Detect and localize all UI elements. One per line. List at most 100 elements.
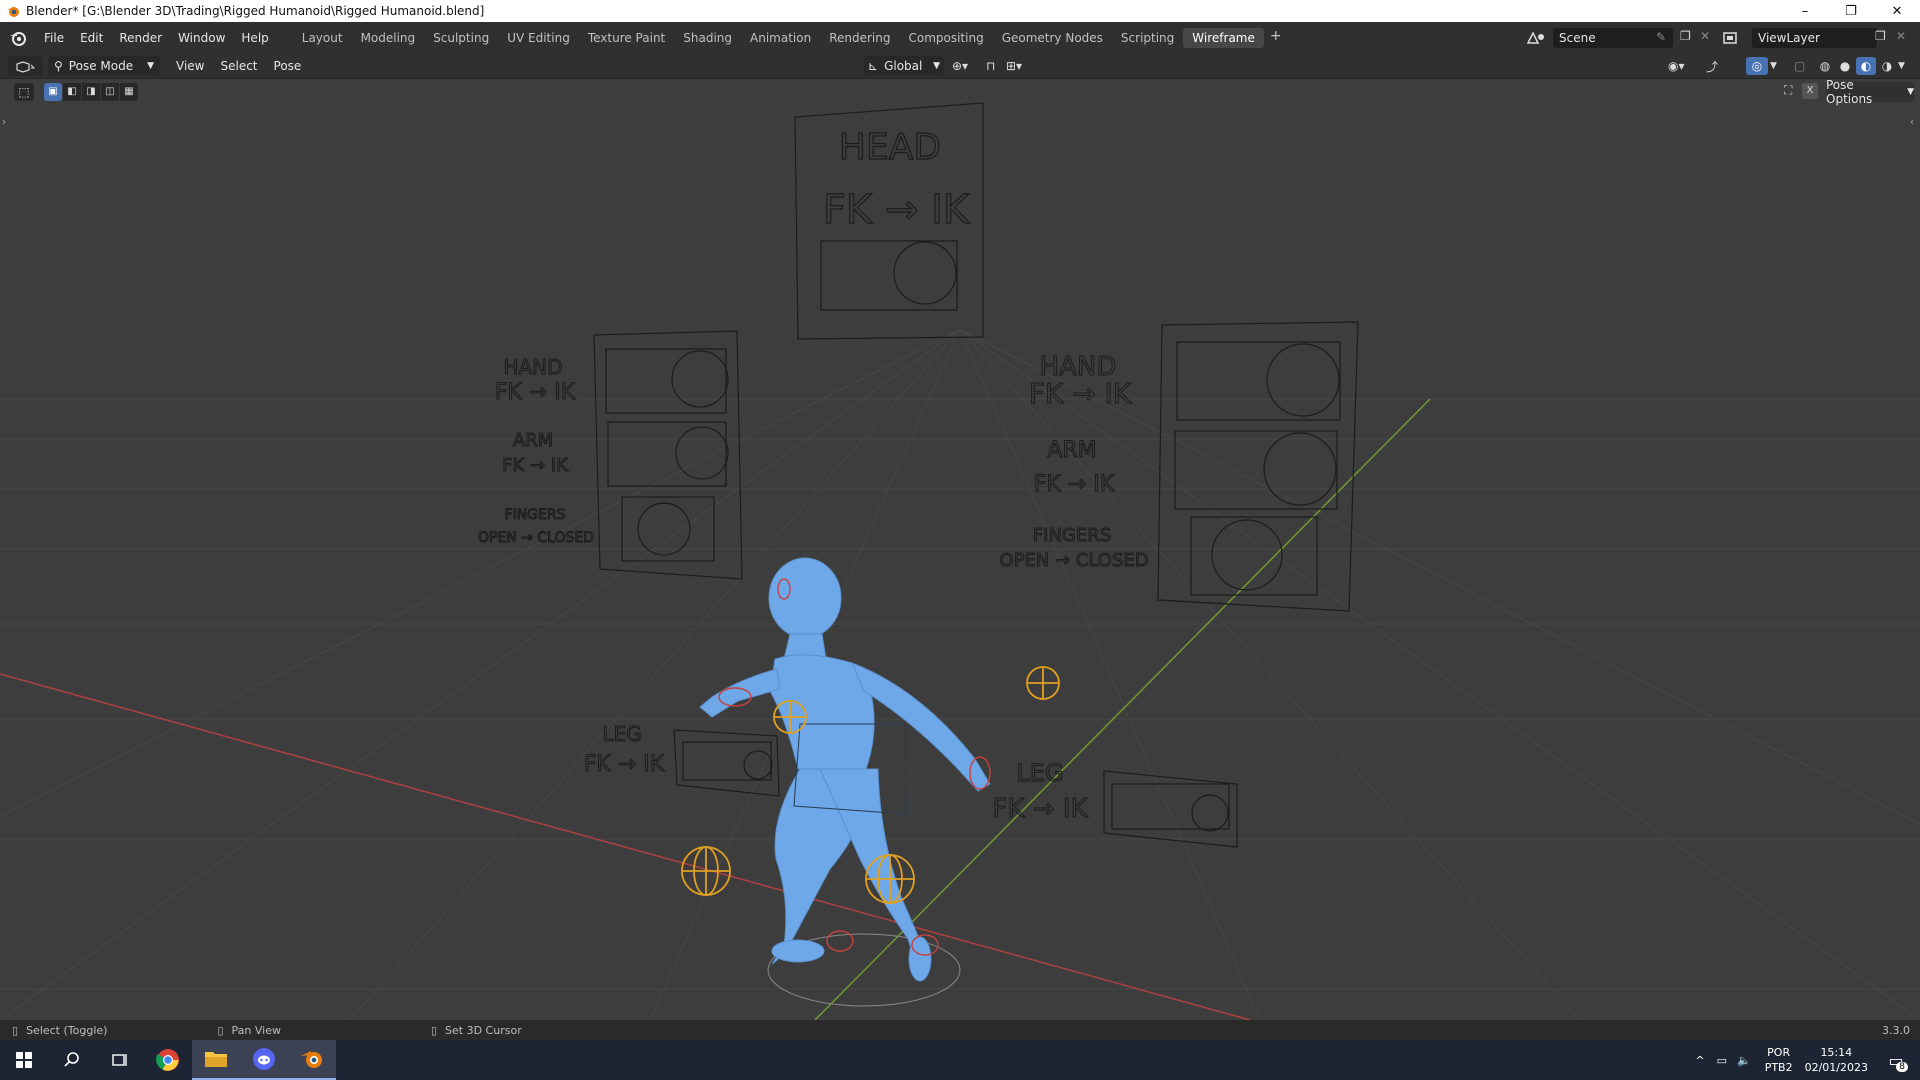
clock-time: 15:14 (1820, 1046, 1853, 1059)
status-pan: Pan View (231, 1023, 281, 1037)
menu-pose[interactable]: Pose (266, 59, 310, 73)
right-leg-control-panel (1103, 770, 1238, 848)
notifications-icon[interactable]: ▭ 8 (1882, 1040, 1910, 1080)
3d-view-editor-icon (16, 61, 36, 73)
3d-viewport[interactable]: ⬚ ▣ ◧ ◨ ◫ ▦ ⛶ X Pose Options ▼ › ‹ HEAD … (0, 79, 1920, 1020)
discord-app-icon[interactable] (240, 1040, 288, 1080)
tab-geometry-nodes[interactable]: Geometry Nodes (993, 28, 1112, 48)
network-icon[interactable]: ▭ (1717, 1054, 1727, 1067)
transform-orientation-selector[interactable]: ⊾ Global ▼ (864, 56, 944, 76)
chevron-down-icon: ▼ (933, 61, 940, 71)
tab-rendering[interactable]: Rendering (820, 28, 899, 48)
material-shading-icon[interactable]: ◐ (1856, 57, 1876, 75)
view-layer-icon[interactable] (1722, 31, 1744, 45)
delete-view-layer-icon[interactable]: ✕ (1896, 29, 1906, 43)
task-view-icon[interactable] (96, 1040, 144, 1080)
left-arm-label: ARM (513, 430, 553, 451)
menu-edit[interactable]: Edit (72, 31, 111, 45)
view-layer-name: ViewLayer (1758, 31, 1820, 45)
new-view-layer-icon[interactable]: ❐ (1875, 29, 1886, 43)
gizmo-icon[interactable]: ⤴ (1706, 58, 1718, 75)
tab-layout[interactable]: Layout (293, 28, 352, 48)
tab-wireframe[interactable]: Wireframe (1183, 28, 1264, 48)
top-bar: File Edit Render Window Help Layout Mode… (0, 22, 1920, 54)
orientation-label: Global (884, 59, 923, 73)
pin-icon[interactable]: ✎ (1656, 30, 1666, 44)
blender-app-icon[interactable] (288, 1040, 336, 1080)
mouse-right-icon: ▯ (430, 1023, 438, 1037)
right-arm-label: ARM (1047, 438, 1096, 463)
blender-logo-icon[interactable] (4, 27, 32, 49)
window-title: Blender* [G:\Blender 3D\Trading\Rigged H… (26, 4, 485, 18)
lang-code: POR (1767, 1046, 1791, 1059)
right-leg-fk-ik-label: FK → IK (992, 794, 1088, 824)
right-fingers-open-closed-label: OPEN → CLOSED (999, 550, 1148, 571)
menu-file[interactable]: File (36, 31, 72, 45)
left-leg-fk-ik-label: FK → IK (584, 752, 665, 777)
humanoid-character (699, 557, 991, 982)
right-arm-control-panel (1157, 321, 1359, 612)
menu-window[interactable]: Window (170, 31, 233, 45)
scene-canvas[interactable]: HEAD FK → IK HAND FK → IK ARM FK → IK FI… (0, 79, 1920, 1020)
rendered-shading-icon[interactable]: ◑ (1878, 57, 1896, 75)
snap-target-icon[interactable]: ⊞▾ (1006, 59, 1022, 73)
tab-uv-editing[interactable]: UV Editing (498, 28, 579, 48)
menu-help[interactable]: Help (233, 31, 276, 45)
system-tray: ^ ▭ 🔈 POR PTB2 15:14 02/01/2023 ▭ 8 (1695, 1040, 1920, 1080)
file-explorer-app-icon[interactable] (192, 1040, 240, 1080)
overlays-icon[interactable]: ◎ (1746, 57, 1768, 75)
mode-selector[interactable]: ⚲ Pose Mode ▼ (48, 56, 160, 76)
tab-scripting[interactable]: Scripting (1112, 28, 1183, 48)
main-menu: File Edit Render Window Help (36, 31, 277, 45)
menu-view[interactable]: View (168, 59, 212, 73)
input-language[interactable]: POR PTB2 (1765, 1045, 1793, 1075)
right-leg-label: LEG (1016, 759, 1063, 787)
add-workspace-button[interactable]: + (1264, 28, 1288, 48)
chrome-app-icon[interactable] (144, 1040, 192, 1080)
chevron-down-icon: ▼ (147, 61, 154, 71)
mode-label: Pose Mode (68, 59, 134, 73)
right-hand-fk-ik-label: FK → IK (1029, 377, 1132, 410)
keyboard-layout: PTB2 (1764, 1061, 1793, 1074)
clock[interactable]: 15:14 02/01/2023 (1805, 1045, 1868, 1075)
orientation-icon: ⊾ (868, 59, 879, 73)
close-button[interactable]: ✕ (1874, 0, 1920, 22)
pivot-point-icon[interactable]: ⊕▾ (952, 59, 968, 73)
editor-type-button[interactable] (8, 56, 42, 76)
tab-animation[interactable]: Animation (741, 28, 820, 48)
tab-modeling[interactable]: Modeling (352, 28, 425, 48)
left-hand-fk-ik-label: FK → IK (495, 380, 576, 405)
windows-taskbar: ^ ▭ 🔈 POR PTB2 15:14 02/01/2023 ▭ 8 (0, 1040, 1920, 1080)
xray-icon[interactable]: ▢ (1794, 59, 1805, 73)
tab-compositing[interactable]: Compositing (899, 28, 992, 48)
chevron-down-icon[interactable]: ▼ (1770, 61, 1777, 71)
right-arm-fk-ik-label: FK → IK (1034, 472, 1115, 497)
volume-icon[interactable]: 🔈 (1737, 1054, 1751, 1067)
left-fingers-open-closed-label: OPEN → CLOSED (478, 530, 594, 546)
chevron-down-icon[interactable]: ▼ (1898, 57, 1905, 75)
windows-start-icon[interactable] (0, 1040, 48, 1080)
restore-button[interactable]: ❐ (1828, 0, 1874, 22)
wireframe-shading-icon[interactable]: ◍ (1816, 57, 1834, 75)
scene-icon[interactable] (1526, 31, 1548, 45)
tab-texture-paint[interactable]: Texture Paint (579, 28, 674, 48)
scene-name: Scene (1559, 31, 1596, 45)
tab-shading[interactable]: Shading (674, 28, 741, 48)
scene-selector[interactable]: Scene (1553, 28, 1673, 48)
delete-scene-icon[interactable]: ✕ (1700, 29, 1710, 43)
head-fk-ik-label: FK → IK (823, 187, 971, 233)
menu-select[interactable]: Select (212, 59, 265, 73)
search-icon[interactable] (48, 1040, 96, 1080)
new-scene-icon[interactable]: ❐ (1680, 29, 1691, 43)
left-leg-label: LEG (602, 722, 641, 746)
snap-icon[interactable]: ⊓ (986, 59, 995, 73)
pose-mode-icon: ⚲ (54, 59, 63, 73)
view-layer-selector[interactable]: ViewLayer (1752, 28, 1877, 48)
solid-shading-icon[interactable]: ● (1836, 57, 1854, 75)
tab-sculpting[interactable]: Sculpting (424, 28, 498, 48)
workspace-tabs: Layout Modeling Sculpting UV Editing Tex… (293, 28, 1288, 48)
minimize-button[interactable]: – (1782, 0, 1828, 22)
show-hidden-icons-icon[interactable]: ^ (1695, 1054, 1704, 1067)
menu-render[interactable]: Render (111, 31, 170, 45)
visibility-icon[interactable]: ◉▾ (1668, 59, 1685, 73)
